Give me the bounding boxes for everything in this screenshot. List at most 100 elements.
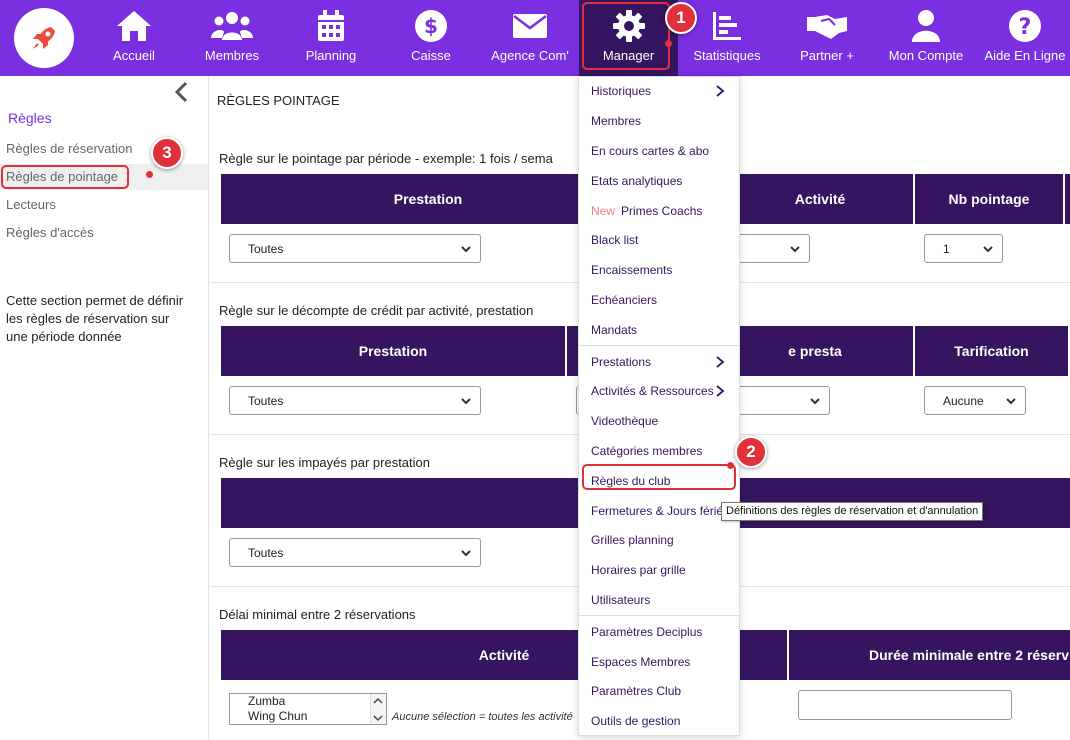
menu-item-prestations[interactable]: Prestations [579,347,739,377]
nav-caisse[interactable]: $ Caisse [400,0,462,76]
chevron-right-icon [716,385,725,397]
section-title-delai-minimal: Délai minimal entre 2 réservations [219,607,416,622]
prestation-select[interactable]: Toutes [229,234,481,263]
select-value: 1 [943,241,950,256]
annotation-dot [665,40,672,47]
annotation-box-manager [582,2,670,70]
nav-label: Mon Compte [888,48,964,63]
type-presta-select[interactable] [730,386,830,415]
handshake-icon [807,15,847,39]
menu-item-encaissements[interactable]: Encaissements [579,255,739,285]
column-header: Durée minimale entre 2 réserv [869,647,1069,663]
dollar-icon: $ [415,10,447,42]
calendar-icon [318,10,344,41]
prestation-select[interactable]: Toutes [229,386,481,415]
manager-dropdown-menu: Historiques Membres En cours cartes & ab… [578,76,740,736]
menu-item-parametres-club[interactable]: Paramètres Club [579,676,739,706]
nav-label: Partner + [800,48,854,63]
menu-item-primes-coachs[interactable]: New Primes Coachs [579,196,739,226]
chevron-down-icon [1006,398,1016,405]
sidebar-item-regles-acces[interactable]: Règles d'accès [0,220,208,246]
nav-planning[interactable]: Planning [296,0,366,76]
menu-item-horaires-grille[interactable]: Horaires par grille [579,555,739,585]
menu-item-membres[interactable]: Membres [579,106,739,136]
chevron-down-icon [461,246,471,253]
chevron-down-icon [461,550,471,557]
nav-aide-en-ligne[interactable]: ? Aide En Ligne [982,0,1068,76]
menu-item-echeanciers[interactable]: Echéanciers [579,285,739,315]
sidebar-title: Règles [8,110,52,126]
scroll-down-icon[interactable] [371,711,385,725]
annotation-box-pointage [1,165,129,189]
nav-statistiques[interactable]: Statistiques [690,0,764,76]
prestation-select[interactable]: Toutes [229,538,481,567]
annotation-dot [727,462,734,469]
select-value: Aucune [943,393,984,408]
tarification-select[interactable]: Aucune [924,386,1026,415]
home-icon [117,11,151,41]
select-value: Toutes [248,393,284,408]
chevron-down-icon [810,398,820,405]
nav-label: Planning [305,48,357,63]
menu-item-utilisateurs[interactable]: Utilisateurs [579,585,739,615]
menu-item-label: Primes Coachs [621,204,703,218]
menu-item-fermetures[interactable]: Fermetures & Jours férié [579,496,739,526]
activite-multiselect[interactable]: Zumba Wing Chun [229,693,387,725]
menu-item-espaces-membres[interactable]: Espaces Membres [579,647,739,677]
section-title-pointage-periode: Règle sur le pointage par période - exem… [219,151,553,166]
nav-label: Aide En Ligne [984,48,1066,63]
list-item[interactable]: Zumba [248,694,386,709]
duree-minimale-input[interactable] [798,690,1012,720]
menu-item-outils-gestion[interactable]: Outils de gestion [579,706,739,736]
annotation-box-regles-club [582,464,736,490]
scroll-up-icon[interactable] [371,694,385,708]
menu-item-parametres-deciplus[interactable]: Paramètres Deciplus [579,617,739,647]
section-title-decompte-credit: Règle sur le décompte de crédit par acti… [219,303,534,318]
list-item[interactable]: Wing Chun [248,709,386,724]
select-value: Toutes [248,545,284,560]
nav-label: Membres [204,48,260,63]
menu-item-historiques[interactable]: Historiques [579,76,739,106]
chevron-down-icon [790,246,800,253]
menu-item-videotheque[interactable]: Videothèque [579,406,739,436]
menu-item-label: Historiques [591,84,652,98]
menu-item-black-list[interactable]: Black list [579,225,739,255]
app-logo[interactable] [14,8,74,68]
nav-label: Caisse [411,48,451,63]
annotation-badge-2: 2 [735,436,767,468]
users-icon [211,12,253,40]
menu-item-label: Prestations [591,355,652,369]
select-value: Toutes [248,241,284,256]
chevron-down-icon [461,398,471,405]
nav-partner[interactable]: Partner + [796,0,858,76]
annotation-badge-3: 3 [151,137,183,169]
svg-text:?: ? [1019,15,1032,40]
column-header: Nb pointage [915,174,1065,224]
nav-mon-compte[interactable]: Mon Compte [886,0,966,76]
menu-item-mandats[interactable]: Mandats [579,315,739,345]
menu-item-etats-analytiques[interactable]: Etats analytiques [579,166,739,196]
collapse-chevron-icon[interactable] [174,81,188,103]
menu-item-activites-ressources[interactable]: Activités & Ressources [579,376,739,406]
nav-agence-com[interactable]: Agence Com' [486,0,574,76]
sidebar-item-lecteurs[interactable]: Lecteurs [0,192,208,218]
nav-accueil[interactable]: Accueil [104,0,164,76]
column-header: Prestation [221,326,567,376]
user-icon [912,10,940,42]
menu-divider [579,345,739,346]
nav-label: Agence Com' [491,48,569,63]
chevron-right-icon [716,85,725,97]
sidebar-description: Cette section permet de définir les règl… [6,293,184,344]
menu-item-categories-membres[interactable]: Catégories membres [579,436,739,466]
menu-item-grilles-planning[interactable]: Grilles planning [579,525,739,555]
listbox-scrollbar[interactable] [370,694,386,724]
nb-pointage-select[interactable]: 1 [924,234,1003,263]
annotation-dot [146,171,153,178]
stats-icon [713,12,741,40]
chevron-right-icon [716,356,725,368]
section-title-impayes: Règle sur les impayés par prestation [219,455,430,470]
menu-item-en-cours-cartes[interactable]: En cours cartes & abo [579,136,739,166]
multiselect-hint: Aucune sélection = toutes les activité [392,711,573,723]
nav-membres[interactable]: Membres [196,0,268,76]
chevron-down-icon [983,246,993,253]
